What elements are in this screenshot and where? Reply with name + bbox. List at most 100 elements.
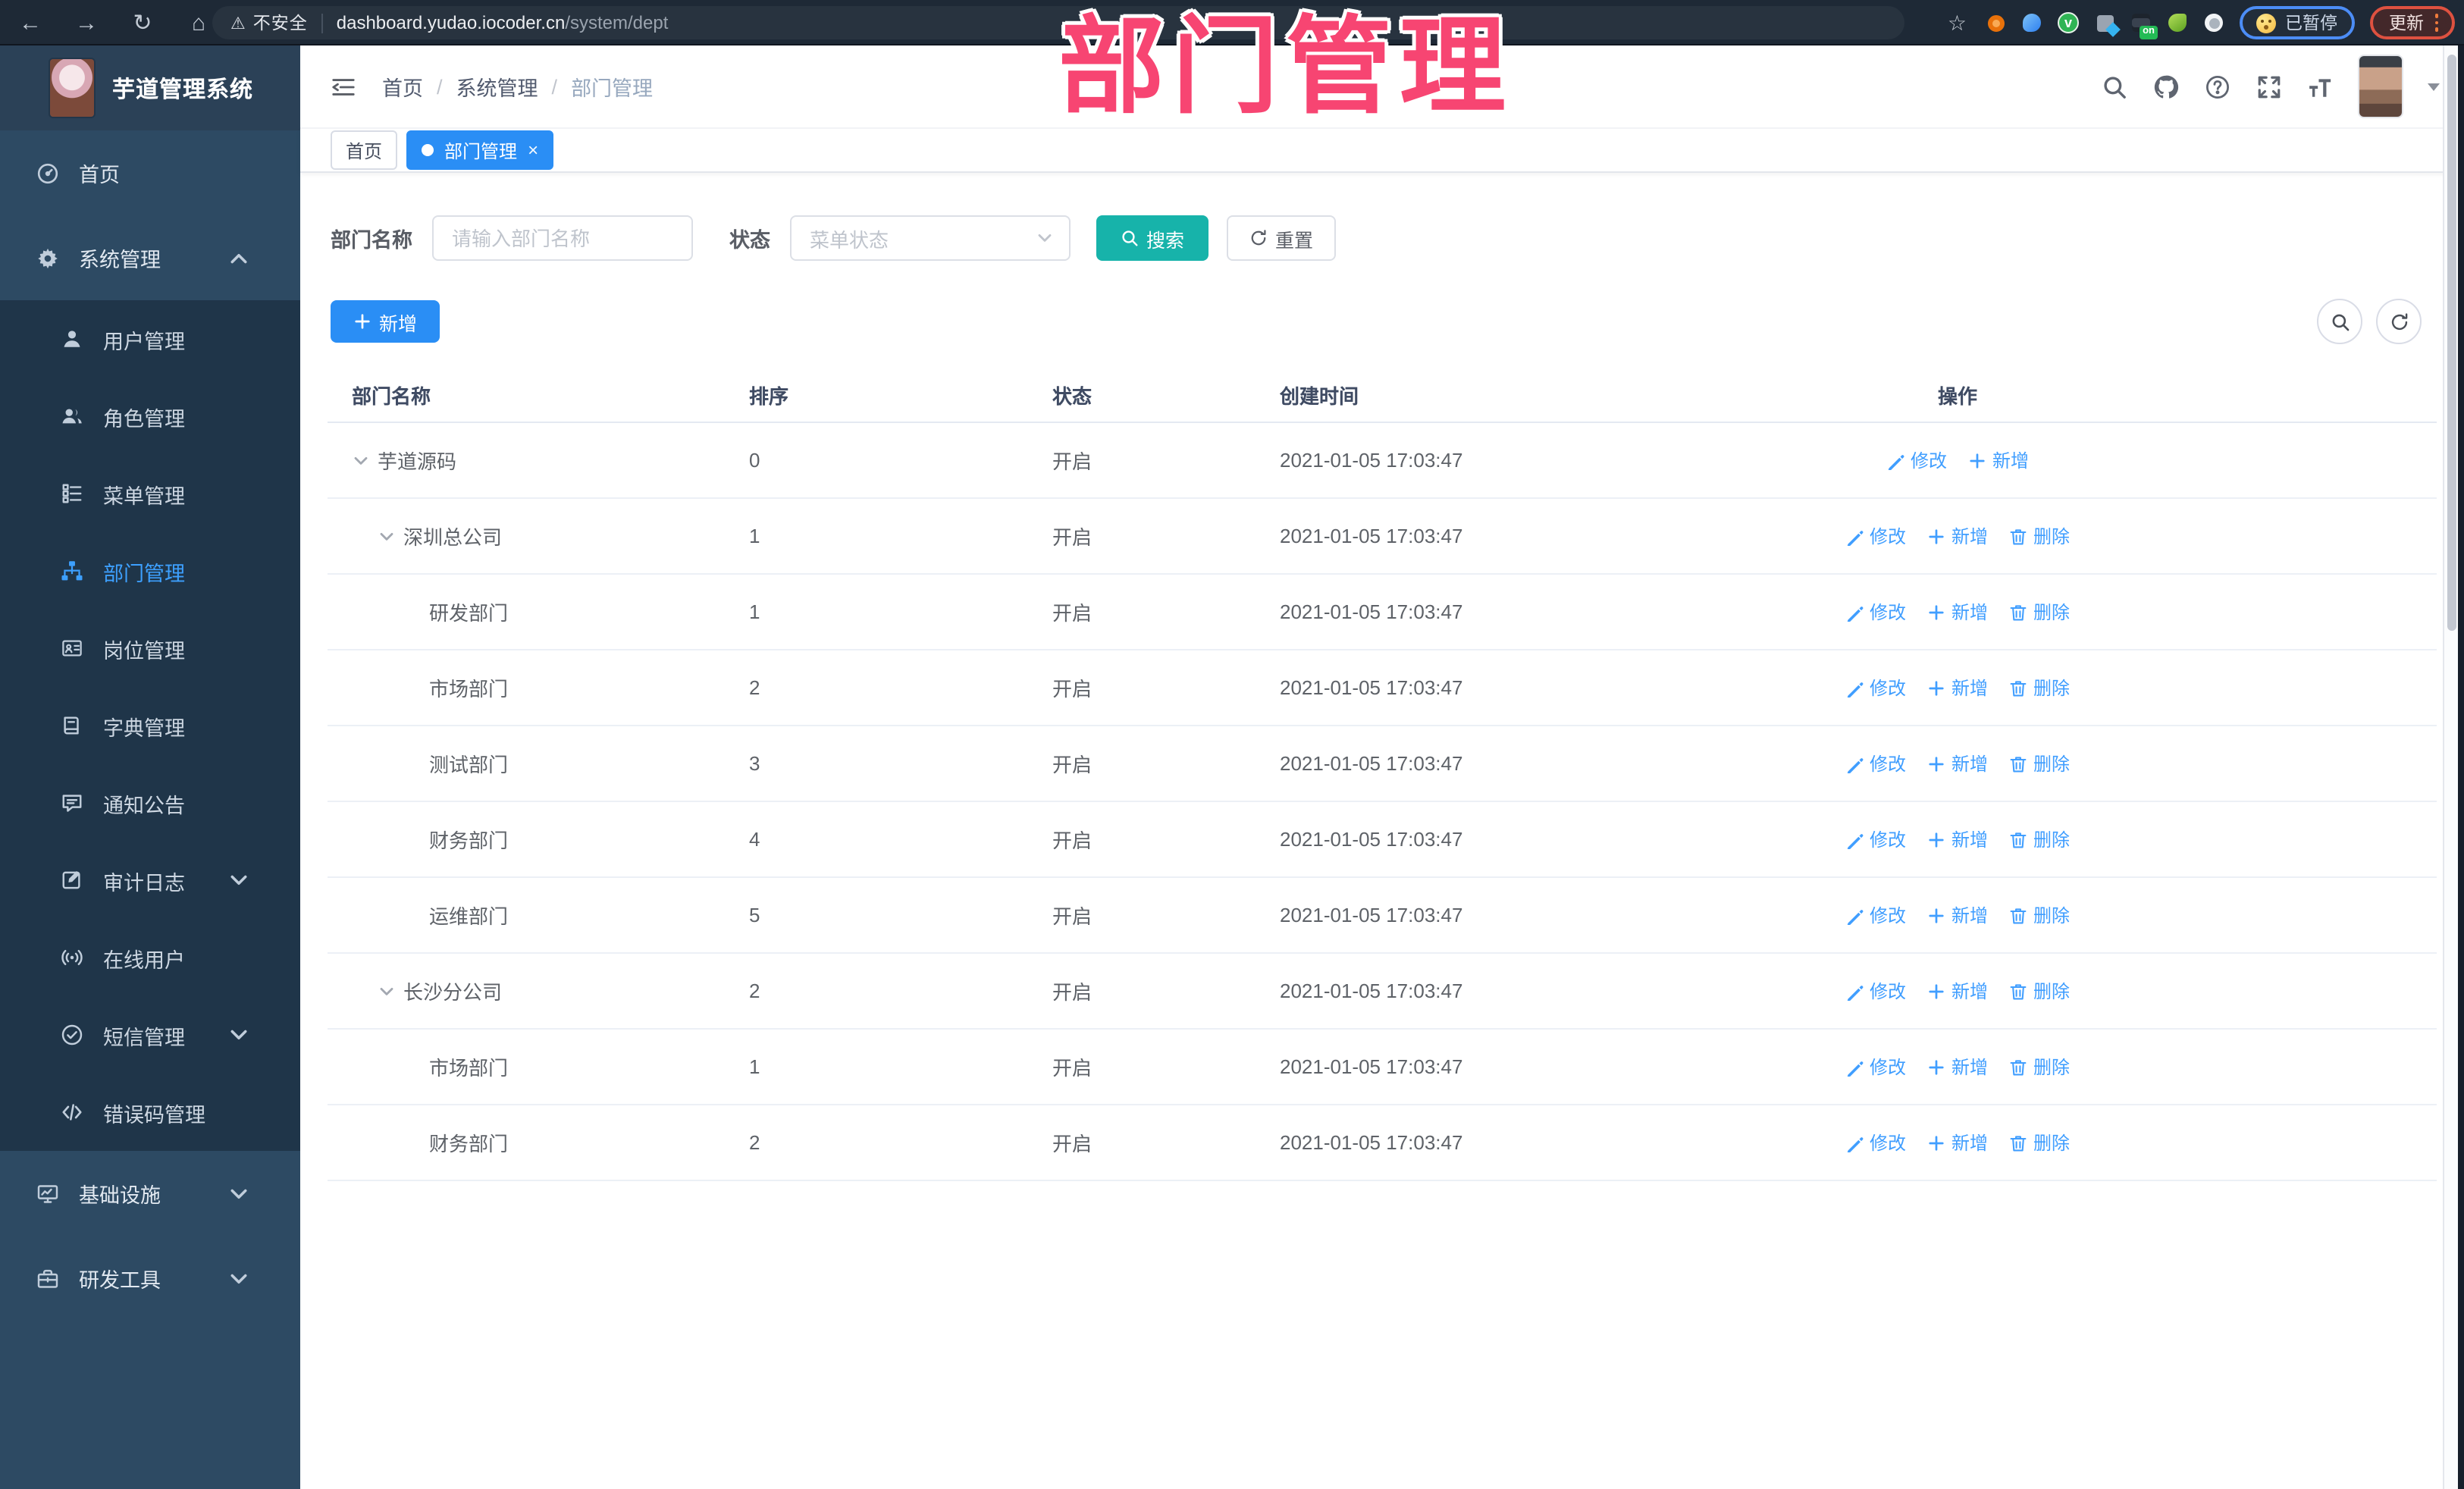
scrollbar-thumb[interactable] (2447, 55, 2456, 631)
sidebar-item-error-code-management[interactable]: 错误码管理 (0, 1074, 300, 1151)
sidebar-item-role-management[interactable]: 角色管理 (0, 378, 300, 455)
row-delete-label: 删除 (2033, 678, 2071, 699)
search-button[interactable]: 搜索 (1096, 215, 1209, 261)
edit-icon (1845, 906, 1864, 924)
row-expand-icon[interactable] (378, 527, 396, 545)
green-check-extension-icon[interactable]: v (2058, 12, 2079, 33)
sort-cell: 1 (749, 525, 760, 547)
row-edit-link[interactable]: 修改 (1845, 523, 1906, 549)
row-edit-link[interactable]: 修改 (1845, 675, 1906, 701)
row-add-link[interactable]: 新增 (1927, 599, 1988, 625)
table-row: 市场部门 2 开启 2021-01-05 17:03:47 修改 新增 删除 (328, 650, 2437, 726)
row-delete-link[interactable]: 删除 (2009, 1130, 2070, 1155)
sidebar-item-online-users[interactable]: 在线用户 (0, 919, 300, 996)
breadcrumb-item[interactable]: 首页 (382, 71, 423, 102)
add-button[interactable]: 新增 (331, 300, 440, 343)
browser-forward-icon[interactable]: → (74, 10, 99, 36)
row-add-link[interactable]: 新增 (1927, 751, 1988, 776)
row-add-link[interactable]: 新增 (1927, 978, 1988, 1004)
user-avatar[interactable] (2359, 56, 2402, 117)
row-delete-link[interactable]: 删除 (2009, 1054, 2070, 1080)
reset-button[interactable]: 重置 (1227, 215, 1337, 261)
sidebar-item-post-management[interactable]: 岗位管理 (0, 610, 300, 687)
row-add-label: 新增 (1951, 1057, 1988, 1078)
sidebar-item-user-management[interactable]: 用户管理 (0, 300, 300, 378)
row-add-link[interactable]: 新增 (1927, 1054, 1988, 1080)
row-delete-link[interactable]: 删除 (2009, 751, 2070, 776)
tab-dept-management[interactable]: 部门管理 × (406, 130, 554, 170)
tab-close-icon[interactable]: × (528, 141, 538, 159)
avatar-caret-icon[interactable] (2428, 83, 2440, 90)
row-edit-link[interactable]: 修改 (1886, 447, 1947, 473)
org-tree-icon (61, 560, 83, 582)
url-host: dashboard.yudao.iocoder.cn (336, 12, 566, 33)
breadcrumb-item[interactable]: 系统管理 (456, 71, 538, 102)
github-icon[interactable] (2153, 74, 2179, 99)
sidebar-item-dict-management[interactable]: 字典管理 (0, 687, 300, 764)
orange-ring-extension-icon[interactable] (1985, 12, 2006, 33)
tab-label: 首页 (346, 140, 383, 161)
app-logo-row[interactable]: 芋道管理系统 (0, 45, 300, 130)
row-delete-link[interactable]: 删除 (2009, 675, 2070, 701)
browser-back-icon[interactable]: ← (18, 10, 42, 36)
row-edit-label: 修改 (1910, 450, 1947, 472)
grid-blue-extension-icon[interactable] (2094, 12, 2115, 33)
hamburger-icon[interactable] (331, 74, 356, 99)
browser-home-icon[interactable]: ⌂ (187, 10, 211, 36)
row-add-link[interactable]: 新增 (1927, 826, 1988, 852)
trash-icon (2009, 906, 2027, 924)
font-size-icon[interactable] (2308, 74, 2334, 99)
sidebar-item-notice-announcement[interactable]: 通知公告 (0, 764, 300, 842)
sidebar-item-system-management[interactable]: 系统管理 (0, 215, 300, 300)
breadcrumb: 首页 / 系统管理 / 部门管理 (382, 71, 653, 102)
sidebar-item-home[interactable]: 首页 (0, 130, 300, 215)
row-edit-link[interactable]: 修改 (1845, 978, 1906, 1004)
search-icon[interactable] (2102, 74, 2127, 99)
dark-on-extension-icon[interactable]: on (2130, 12, 2158, 39)
tab-active-dot-icon (422, 144, 434, 156)
browser-menu-icon[interactable] (2434, 14, 2438, 32)
blue-drop-extension-icon[interactable] (2021, 12, 2042, 33)
plus-icon (1927, 754, 1945, 773)
sidebar-item-menu-management[interactable]: 菜单管理 (0, 455, 300, 532)
browser-reload-icon[interactable]: ↻ (130, 9, 155, 36)
fullscreen-icon[interactable] (2256, 74, 2282, 99)
sidebar-item-dev-tools[interactable]: 研发工具 (0, 1236, 300, 1321)
window-edge (2458, 45, 2464, 1489)
row-delete-link[interactable]: 删除 (2009, 902, 2070, 928)
show-search-toggle-button[interactable] (2317, 299, 2362, 344)
row-add-link[interactable]: 新增 (1968, 447, 2029, 473)
sidebar-item-dept-management[interactable]: 部门管理 (0, 532, 300, 610)
row-expand-icon[interactable] (378, 982, 396, 1000)
paused-profile-badge[interactable]: 已暂停 (2240, 6, 2354, 39)
row-add-link[interactable]: 新增 (1927, 675, 1988, 701)
row-edit-link[interactable]: 修改 (1845, 1130, 1906, 1155)
row-add-link[interactable]: 新增 (1927, 523, 1988, 549)
help-icon[interactable] (2205, 74, 2230, 99)
green-leaf-extension-icon[interactable] (2167, 12, 2188, 33)
row-delete-link[interactable]: 删除 (2009, 978, 2070, 1004)
row-delete-link[interactable]: 删除 (2009, 523, 2070, 549)
page-scrollbar[interactable] (2443, 45, 2458, 1489)
dept-name-input[interactable] (432, 215, 693, 261)
row-edit-link[interactable]: 修改 (1845, 599, 1906, 625)
row-delete-link[interactable]: 删除 (2009, 826, 2070, 852)
row-edit-link[interactable]: 修改 (1845, 1054, 1906, 1080)
bookmark-star-icon[interactable]: ☆ (1948, 10, 1967, 36)
sidebar-item-sms-management[interactable]: 短信管理 (0, 996, 300, 1074)
row-edit-link[interactable]: 修改 (1845, 902, 1906, 928)
row-delete-link[interactable]: 删除 (2009, 599, 2070, 625)
row-edit-link[interactable]: 修改 (1845, 826, 1906, 852)
row-add-link[interactable]: 新增 (1927, 902, 1988, 928)
refresh-table-button[interactable] (2376, 299, 2422, 344)
tab-home[interactable]: 首页 (331, 130, 398, 170)
white-paw-extension-icon[interactable] (2203, 12, 2224, 33)
sidebar-item-audit-log[interactable]: 审计日志 (0, 842, 300, 919)
sidebar-item-infrastructure[interactable]: 基础设施 (0, 1151, 300, 1236)
row-add-link[interactable]: 新增 (1927, 1130, 1988, 1155)
row-edit-link[interactable]: 修改 (1845, 751, 1906, 776)
row-expand-icon[interactable] (352, 451, 370, 469)
status-cell: 开启 (1052, 829, 1092, 852)
status-select[interactable]: 菜单状态 (790, 215, 1071, 261)
browser-update-button[interactable]: 更新 (2369, 6, 2455, 39)
